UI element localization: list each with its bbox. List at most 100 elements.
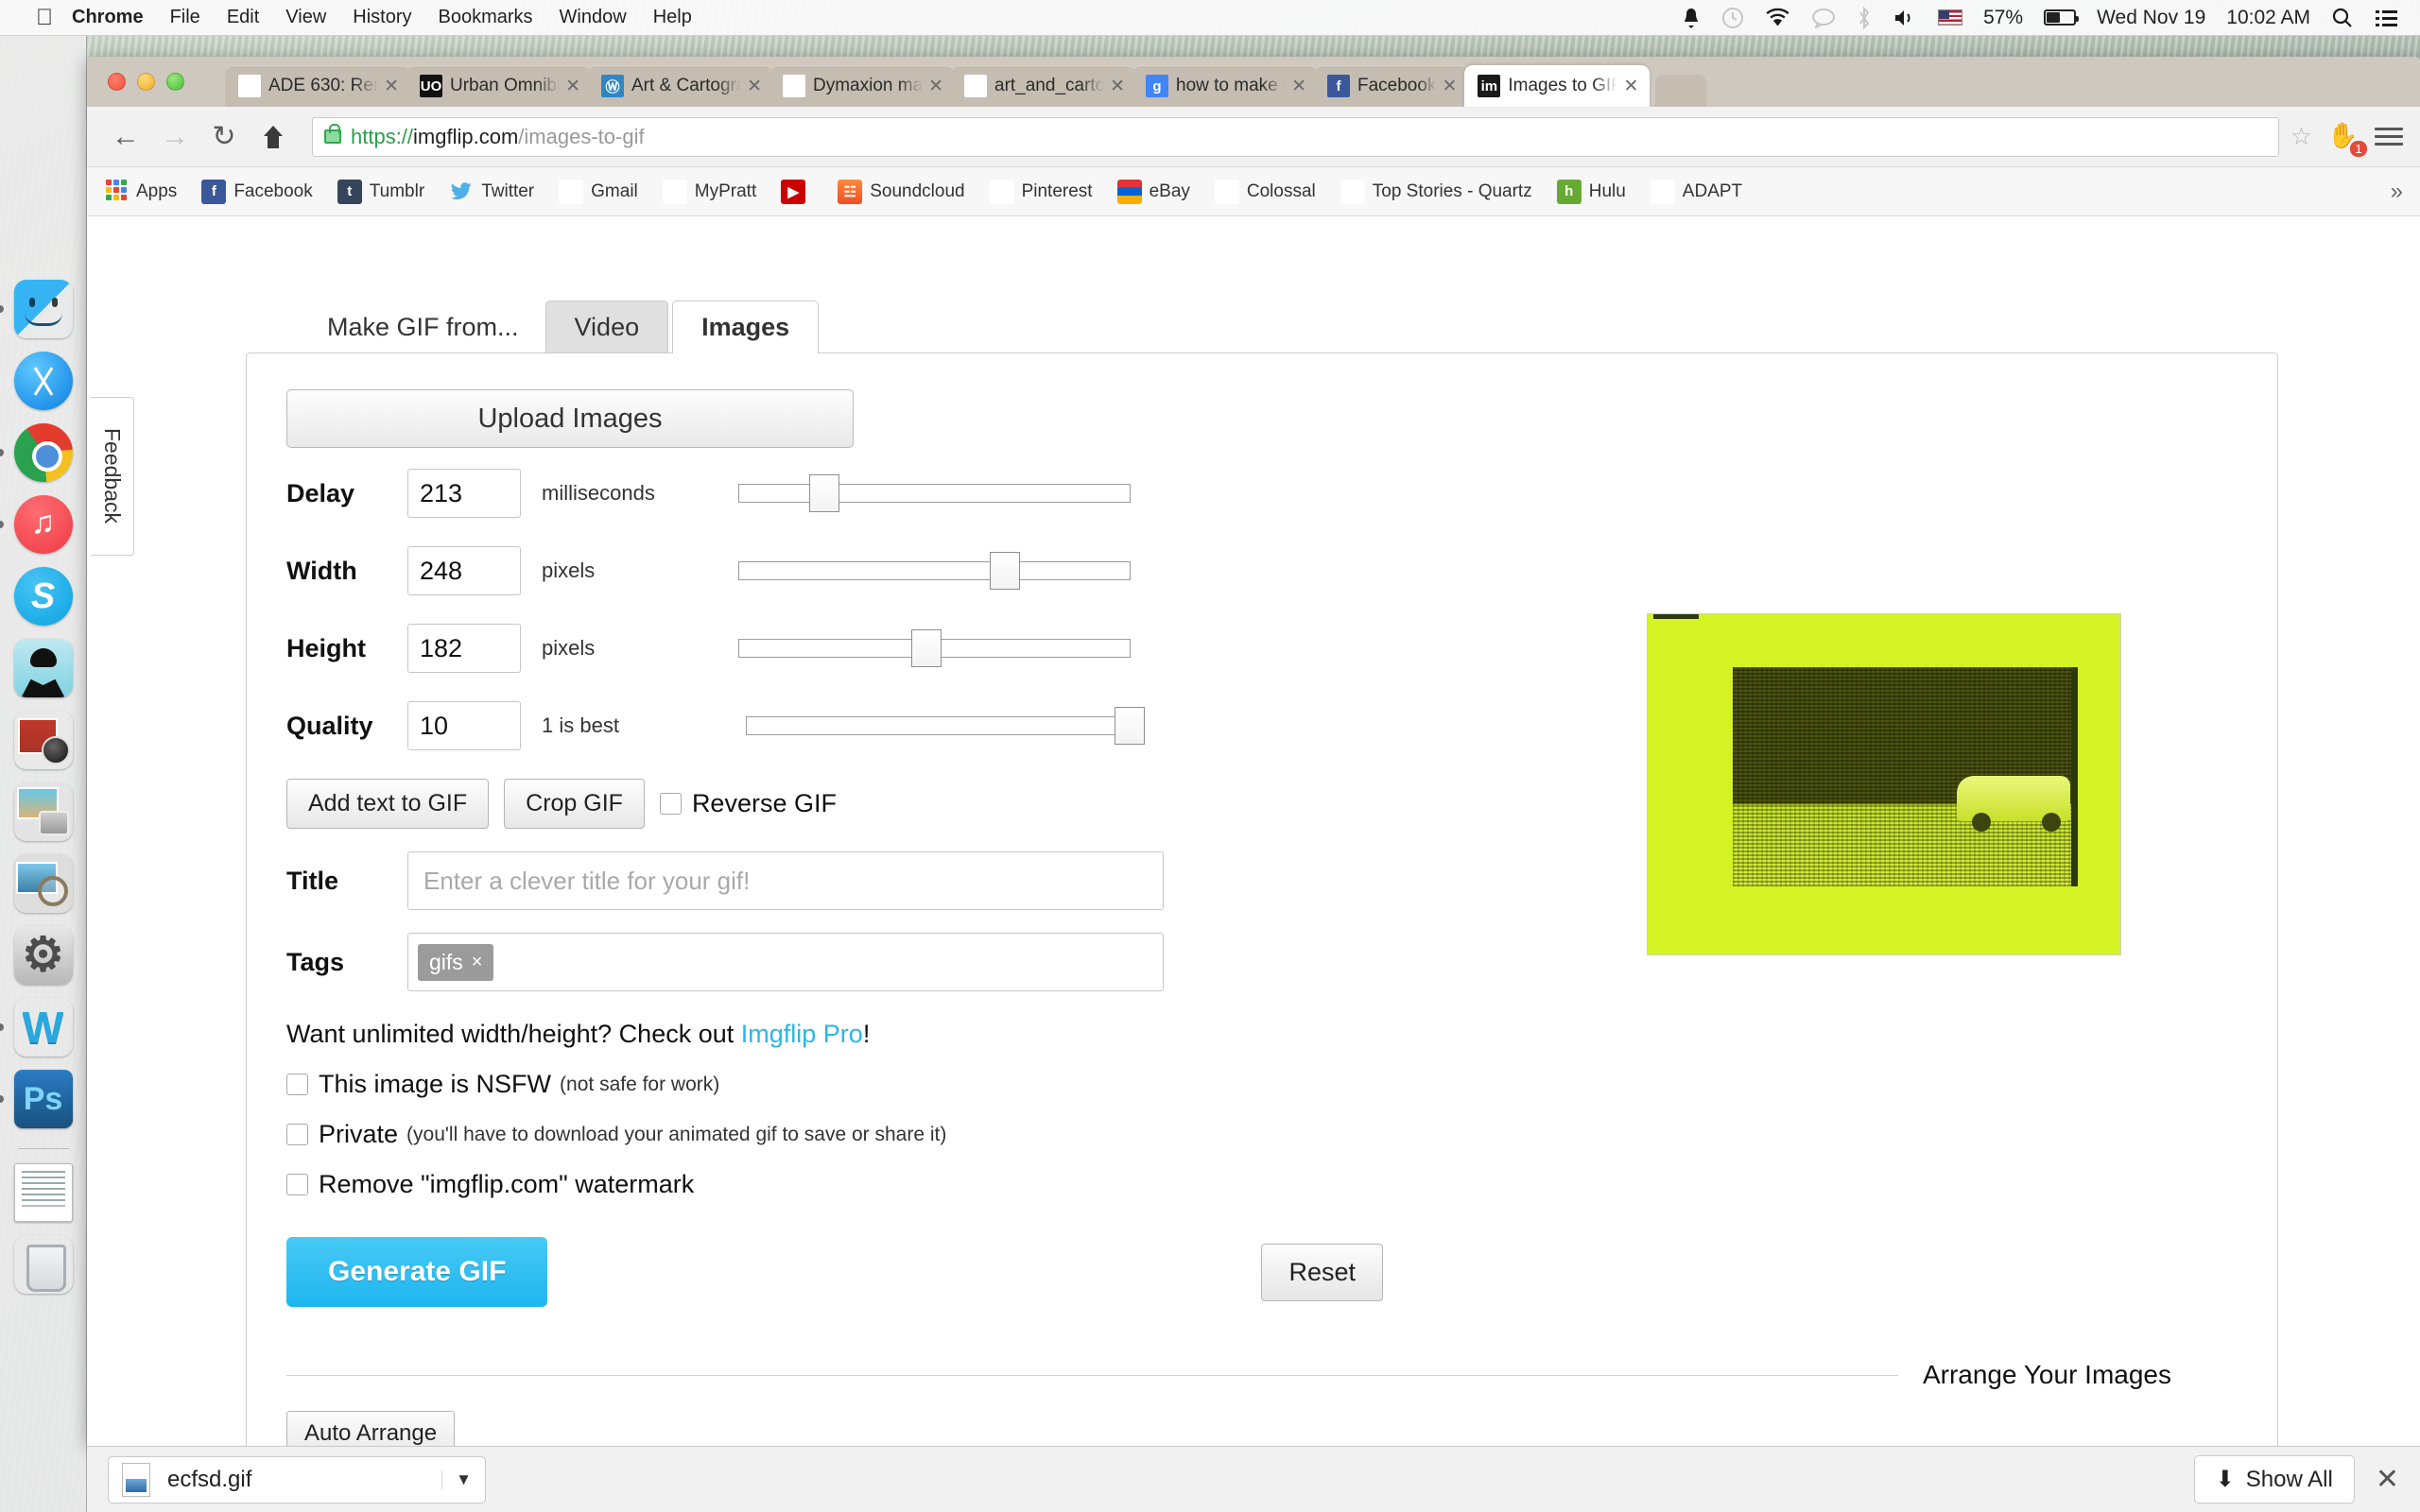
dock-item-document[interactable] (11, 1160, 76, 1225)
quality-slider[interactable] (746, 707, 1146, 745)
dock-item-trash[interactable] (11, 1232, 76, 1297)
crop-gif-button[interactable]: Crop GIF (504, 779, 645, 829)
tab-close-icon[interactable]: ✕ (1110, 76, 1125, 97)
reset-button[interactable]: Reset (1261, 1243, 1383, 1301)
dock-item-hipster-app[interactable] (11, 636, 76, 700)
bookmark-ebay[interactable]: eBay (1116, 179, 1190, 204)
bookmark-adapt[interactable]: □ ADAPT (1650, 179, 1742, 204)
menu-chrome[interactable]: Chrome (72, 7, 144, 28)
download-item-dropdown-icon[interactable]: ▼ (441, 1469, 472, 1489)
tab-close-icon[interactable]: ✕ (1291, 76, 1306, 97)
title-input[interactable]: Enter a clever title for your gif! (407, 851, 1164, 910)
quality-slider-thumb[interactable] (1115, 707, 1146, 745)
tab-images[interactable]: Images (672, 301, 820, 353)
gif-preview[interactable] (1648, 614, 2120, 954)
bookmark-star-icon[interactable]: ☆ (2290, 122, 2312, 151)
quality-input[interactable] (407, 701, 521, 750)
watermark-checkbox[interactable] (286, 1174, 308, 1195)
reload-button[interactable]: ↻ (202, 115, 246, 159)
minimize-window-button[interactable] (137, 73, 155, 91)
width-slider[interactable] (738, 552, 1131, 590)
add-text-to-gif-button[interactable]: Add text to GIF (286, 779, 490, 829)
wifi-icon[interactable] (1765, 8, 1790, 28)
bookmark-soundcloud[interactable]: ☳ Soundcloud (838, 179, 965, 204)
bookmark-pinterest[interactable]: Ⓟ Pinterest (989, 179, 1093, 204)
dock-item-iphoto[interactable] (11, 780, 76, 844)
home-button[interactable] (251, 115, 295, 159)
private-checkbox[interactable] (286, 1124, 308, 1145)
tab-close-icon[interactable]: ✕ (565, 76, 580, 97)
tab-art-and-cartog-file[interactable]: □ art_and_cartogr ✕ (951, 65, 1136, 107)
dock-item-word[interactable]: W (0, 995, 76, 1059)
bookmark-tumblr[interactable]: t Tumblr (337, 179, 424, 204)
keyboard-language-flag-icon[interactable] (1938, 9, 1963, 26)
delay-input[interactable] (407, 469, 521, 518)
bookmark-colossal[interactable]: ▤ Colossal (1214, 179, 1316, 204)
menu-history[interactable]: History (353, 7, 411, 28)
tab-images-to-gif[interactable]: im Images to GIF G ✕ (1464, 65, 1651, 107)
auto-arrange-button[interactable]: Auto Arrange (286, 1411, 456, 1446)
tab-dymaxion-map[interactable]: W Dymaxion map ✕ (769, 65, 955, 107)
dock-item-photoshop[interactable]: Ps (0, 1067, 76, 1131)
tab-how-to-make-ico[interactable]: g how to make ic ✕ (1132, 65, 1318, 107)
tab-art-and-cartography[interactable]: Ⓦ Art & Cartograp ✕ (588, 65, 773, 107)
height-slider[interactable] (738, 629, 1131, 667)
zoom-window-button[interactable] (166, 73, 184, 91)
dock-item-finder[interactable] (0, 277, 76, 341)
height-input[interactable] (407, 624, 521, 673)
delay-slider-thumb[interactable] (808, 474, 839, 512)
tab-urban-omnibus[interactable]: UO Urban Omnibus ✕ (406, 65, 592, 107)
tag-chip[interactable]: gifs × (418, 943, 494, 981)
tab-close-icon[interactable]: ✕ (1442, 76, 1457, 97)
bookmark-hulu[interactable]: h Hulu (1556, 179, 1626, 204)
tab-close-icon[interactable]: ✕ (747, 76, 762, 97)
dock-item-photo-booth[interactable] (11, 708, 76, 772)
bookmark-facebook[interactable]: f Facebook (201, 179, 313, 204)
notification-bell-icon[interactable] (1682, 7, 1701, 29)
battery-icon[interactable] (2044, 9, 2080, 26)
bluetooth-icon[interactable] (1857, 6, 1872, 29)
address-bar[interactable]: https://imgflip.com/images-to-gif (312, 116, 2279, 157)
width-slider-thumb[interactable] (989, 552, 1020, 590)
menu-help[interactable]: Help (653, 7, 692, 28)
close-window-button[interactable] (108, 73, 126, 91)
bookmark-twitter[interactable]: Twitter (449, 180, 534, 204)
dock-item-system-preferences[interactable] (11, 923, 76, 988)
nsfw-checkbox[interactable] (286, 1074, 308, 1095)
tab-facebook[interactable]: f Facebook ✕ (1314, 65, 1469, 107)
width-input[interactable] (407, 546, 521, 595)
tab-close-icon[interactable]: ✕ (928, 76, 943, 97)
dock-item-preview[interactable] (11, 851, 76, 916)
show-all-downloads-button[interactable]: ⬇ Show All (2193, 1455, 2355, 1503)
bookmark-gmail[interactable]: M Gmail (559, 179, 638, 204)
download-item[interactable]: ecfsd.gif ▼ (108, 1455, 486, 1503)
menu-edit[interactable]: Edit (227, 7, 259, 28)
close-download-shelf-icon[interactable]: ✕ (2376, 1463, 2399, 1496)
menu-file[interactable]: File (170, 7, 200, 28)
chrome-menu-icon[interactable] (2375, 128, 2403, 146)
apple-logo-icon[interactable]:  (36, 6, 53, 29)
bookmark-quartz[interactable]: Q Top Stories - Quartz (1340, 179, 1532, 204)
dock-item-itunes[interactable] (0, 492, 76, 557)
notification-center-icon[interactable] (2375, 8, 2399, 28)
menu-bookmarks[interactable]: Bookmarks (439, 7, 533, 28)
tag-chip-remove-icon[interactable]: × (472, 952, 483, 973)
tags-input[interactable]: gifs × (407, 933, 1164, 991)
bookmarks-overflow-icon[interactable]: » (2391, 179, 2403, 205)
extension-button[interactable]: ✋ 1 (2327, 121, 2367, 157)
feedback-tab[interactable]: Feedback (91, 397, 134, 556)
time-machine-icon[interactable] (1721, 7, 1744, 29)
tab-ade-630[interactable]: M ADE 630: Remin ✕ (225, 65, 410, 107)
bookmark-youtube[interactable]: ▶ (781, 179, 813, 204)
tab-video[interactable]: Video (544, 301, 669, 353)
bookmark-apps[interactable]: Apps (104, 179, 177, 204)
generate-gif-button[interactable]: Generate GIF (286, 1237, 548, 1307)
dock-item-skype[interactable]: S (11, 564, 76, 628)
tab-close-icon[interactable]: ✕ (384, 76, 399, 97)
forward-button[interactable]: → (153, 115, 197, 159)
tab-close-icon[interactable]: ✕ (1623, 76, 1638, 97)
volume-icon[interactable] (1893, 8, 1917, 28)
delay-slider[interactable] (738, 474, 1131, 512)
height-slider-thumb[interactable] (910, 629, 942, 667)
dock-item-chrome[interactable] (0, 421, 76, 485)
